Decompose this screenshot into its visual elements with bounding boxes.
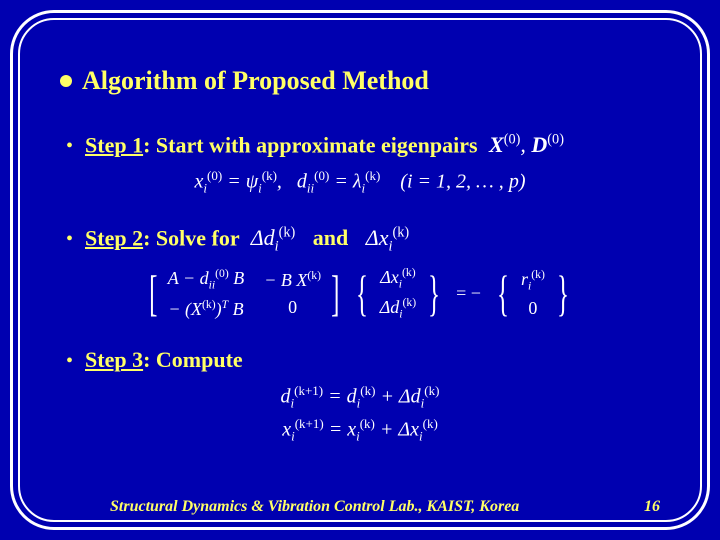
brace-right-icon: }	[557, 268, 569, 318]
brace-right-icon: }	[428, 268, 440, 318]
step-1-equation: xi(0) = ψi(k), dii(0) = λi(k) (i = 1, 2,…	[60, 168, 660, 197]
step-3-tail: : Compute	[143, 347, 243, 372]
bullet-icon: •	[66, 136, 73, 156]
step-2-tail: : Solve for	[143, 225, 239, 250]
vector-cell: Δxi(k)	[380, 266, 416, 291]
step-3-label: Step 3: Compute	[85, 347, 243, 373]
step-3-equations: di(k+1) = di(k) + Δdi(k) xi(k+1) = xi(k)…	[60, 383, 660, 444]
step-2-underline: Step 2	[85, 225, 143, 250]
matrix-cell: − B X(k)	[264, 269, 321, 291]
footer-page-number: 16	[644, 498, 660, 516]
step-2-matrix-equation: [ A − dii(0) B − (X(k))T B − B X(k) 0 ] …	[60, 266, 660, 321]
slide-content: Algorithm of Proposed Method • Step 1: S…	[0, 0, 720, 540]
bracket-right-icon: ]	[331, 268, 339, 318]
vector-rhs: ri(k) 0	[521, 268, 545, 320]
step-3: • Step 3: Compute	[60, 347, 660, 373]
brace-left-icon: {	[356, 268, 368, 318]
bullet-icon: •	[66, 351, 73, 371]
bullet-icon	[60, 75, 72, 87]
step-2-and: and	[313, 225, 348, 250]
matrix-A-col2: − B X(k) 0	[264, 269, 321, 318]
step-3-underline: Step 3	[85, 347, 143, 372]
step-1-underline: Step 1	[85, 132, 143, 157]
step-1-tail: : Start with approximate eigenpairs	[143, 132, 477, 157]
matrix-A-col1: A − dii(0) B − (X(k))T B	[168, 267, 244, 320]
bracket-left-icon: [	[149, 268, 157, 318]
step-2-math-2: Δxi(k)	[366, 225, 409, 250]
update-eq-x: xi(k+1) = xi(k) + Δxi(k)	[60, 416, 660, 445]
step-1: • Step 1: Start with approximate eigenpa…	[60, 132, 660, 158]
matrix-cell: 0	[264, 297, 321, 318]
step-2: • Step 2: Solve for Δdi(k) and Δxi(k)	[60, 225, 660, 256]
brace-left-icon: {	[497, 268, 509, 318]
step-1-math-trailing: X(0), D(0)	[489, 132, 564, 157]
matrix-cell: A − dii(0) B	[168, 267, 244, 292]
vector-unknown: Δxi(k) Δdi(k)	[380, 266, 416, 321]
matrix-cell: − (X(k))T B	[168, 298, 244, 320]
vector-cell: 0	[521, 298, 545, 319]
step-2-math-1: Δdi(k)	[251, 225, 296, 250]
slide-footer: Structural Dynamics & Vibration Control …	[0, 498, 720, 516]
step-2-label: Step 2: Solve for Δdi(k) and Δxi(k)	[85, 225, 415, 256]
heading-text: Algorithm of Proposed Method	[82, 66, 429, 96]
footer-lab: Structural Dynamics & Vibration Control …	[110, 498, 519, 516]
bullet-icon: •	[66, 229, 73, 249]
step-1-label: Step 1: Start with approximate eigenpair…	[85, 132, 570, 158]
equals-sign: = −	[456, 283, 481, 304]
slide-heading: Algorithm of Proposed Method	[60, 66, 660, 96]
update-eq-d: di(k+1) = di(k) + Δdi(k)	[60, 383, 660, 412]
vector-cell: ri(k)	[521, 268, 545, 293]
vector-cell: Δdi(k)	[380, 296, 416, 321]
